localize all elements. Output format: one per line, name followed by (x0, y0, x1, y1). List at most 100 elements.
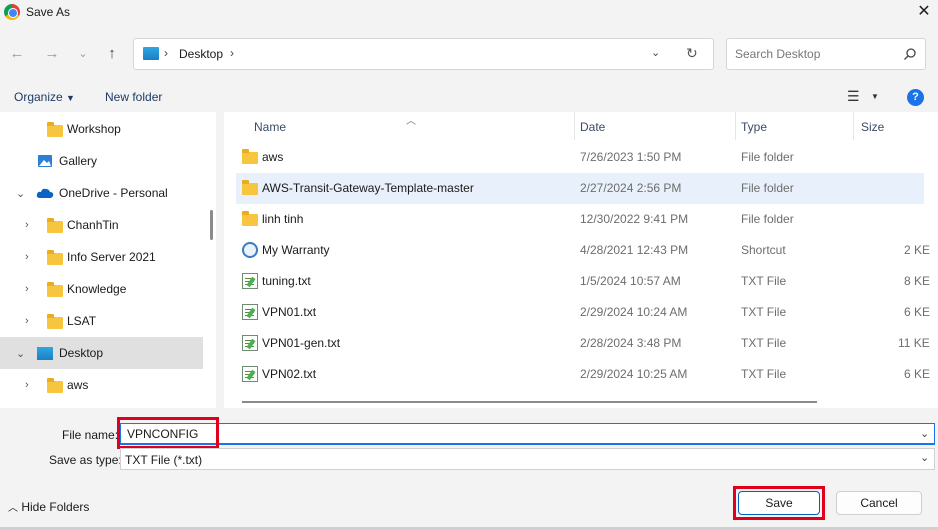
chevron-up-icon: ︿ (8, 503, 18, 514)
file-row[interactable]: VPN02.txt 2/29/2024 10:25 AM TXT File 6 … (236, 359, 930, 390)
hide-folders-label: Hide Folders (21, 500, 90, 514)
tree-item-chanhtin[interactable]: › ChanhTin (0, 209, 203, 241)
text-file-icon (242, 366, 258, 382)
tree-item-label: Workshop (67, 122, 121, 136)
tree-scrollbar[interactable] (210, 210, 213, 240)
chevron-right-icon[interactable]: › (25, 251, 29, 263)
help-icon[interactable]: ? (907, 89, 924, 106)
file-name: AWS-Transit-Gateway-Template-master (262, 181, 474, 195)
tree-item-label: Desktop (59, 346, 104, 360)
chevron-down-icon[interactable]: ⌄ (72, 43, 94, 65)
title-bar: Save As ✕ (0, 0, 938, 26)
arrow-left-icon[interactable]: ← (6, 43, 28, 65)
search-icon[interactable] (903, 47, 917, 61)
refresh-icon[interactable]: ↻ (686, 45, 698, 62)
column-header-date[interactable]: Date (580, 120, 605, 134)
tree-item-lsat[interactable]: › LSAT (0, 305, 203, 337)
highlight-box (733, 486, 825, 520)
organize-button[interactable]: Organize ▼ (14, 90, 75, 104)
tree-item-info-server[interactable]: › Info Server 2021 (0, 241, 203, 273)
column-header-type[interactable]: Type (741, 120, 767, 134)
file-type: File folder (741, 150, 794, 164)
column-divider[interactable] (853, 112, 854, 140)
search-input[interactable]: Search Desktop (735, 47, 820, 61)
chevron-right-icon[interactable]: › (230, 46, 234, 60)
gallery-icon (38, 155, 52, 167)
file-date: 2/28/2024 3:48 PM (580, 336, 682, 350)
hide-folders-button[interactable]: ︿ Hide Folders (8, 499, 89, 514)
search-box[interactable]: Search Desktop (726, 38, 926, 70)
file-row[interactable]: My Warranty 4/28/2021 12:43 PM Shortcut … (236, 235, 930, 266)
file-type: TXT File (741, 336, 787, 350)
column-divider[interactable] (574, 112, 575, 140)
chevron-down-icon[interactable]: ⌄ (651, 46, 660, 59)
chevron-right-icon[interactable]: › (164, 46, 168, 60)
chevron-down-icon[interactable]: ⌄ (16, 187, 25, 200)
chevron-right-icon[interactable]: › (25, 219, 29, 231)
chevron-right-icon[interactable]: › (25, 283, 29, 295)
tree-item-knowledge[interactable]: › Knowledge (0, 273, 203, 305)
chevron-right-icon[interactable]: › (25, 379, 29, 391)
chevron-down-icon[interactable]: ▼ (871, 92, 879, 101)
file-date: 2/29/2024 10:24 AM (580, 305, 688, 319)
file-row[interactable]: VPN01-gen.txt 2/28/2024 3:48 PM TXT File… (236, 328, 930, 359)
file-row[interactable]: aws 7/26/2023 1:50 PM File folder (236, 142, 924, 173)
column-header-name[interactable]: Name (254, 120, 286, 134)
tree-item-workshop[interactable]: Workshop (0, 113, 203, 145)
file-row[interactable]: linh tinh 12/30/2022 9:41 PM File folder (236, 204, 924, 235)
shortcut-icon (242, 242, 258, 258)
file-size: 8 KE (904, 274, 931, 288)
file-row[interactable]: VPN01.txt 2/29/2024 10:24 AM TXT File 6 … (236, 297, 930, 328)
close-icon[interactable]: ✕ (914, 2, 934, 22)
chevron-down-icon[interactable]: ⌄ (16, 347, 25, 360)
file-list: ︿ Name Date Type Size aws 7/26/2023 1:50… (224, 112, 938, 408)
file-type: Shortcut (741, 243, 786, 257)
cloud-icon (36, 188, 54, 198)
folder-icon (242, 149, 258, 164)
file-name-label: File name: (62, 428, 119, 442)
file-date: 4/28/2021 12:43 PM (580, 243, 689, 257)
column-divider[interactable] (735, 112, 736, 140)
address-bar[interactable]: › Desktop › ⌄ ↻ (133, 38, 714, 70)
file-row[interactable]: tuning.txt 1/5/2024 10:57 AM TXT File 8 … (236, 266, 930, 297)
arrow-up-icon[interactable]: ↑ (101, 43, 123, 65)
sort-ascending-icon: ︿ (406, 116, 416, 127)
new-folder-button[interactable]: New folder (105, 90, 162, 104)
horizontal-scrollbar[interactable] (242, 401, 817, 403)
folder-icon (47, 122, 63, 137)
chevron-down-icon[interactable]: ⌄ (920, 451, 929, 464)
arrow-right-icon[interactable]: → (41, 43, 63, 65)
tree-item-aws[interactable]: › aws (0, 369, 203, 401)
window-title: Save As (26, 5, 71, 19)
file-date: 2/27/2024 2:56 PM (580, 181, 682, 195)
file-name-field[interactable]: VPNCONFIG ⌄ (120, 423, 935, 445)
save-type-label: Save as type: (49, 453, 122, 467)
file-type: TXT File (741, 274, 787, 288)
tree-item-label: Info Server 2021 (67, 250, 156, 264)
view-list-icon[interactable]: ☰ (847, 88, 860, 105)
tree-item-label: Gallery (59, 154, 98, 168)
chevron-right-icon[interactable]: › (25, 315, 29, 327)
file-name: My Warranty (262, 243, 330, 257)
file-name: VPN02.txt (262, 367, 317, 381)
tree-item-desktop[interactable]: ⌄ Desktop (0, 337, 203, 369)
file-type: File folder (741, 212, 794, 226)
column-header-size[interactable]: Size (861, 120, 884, 134)
desktop-icon (37, 347, 53, 360)
file-type: TXT File (741, 367, 787, 381)
folder-icon (242, 211, 258, 226)
cancel-button[interactable]: Cancel (836, 491, 922, 515)
text-file-icon (242, 335, 258, 351)
chevron-down-icon[interactable]: ⌄ (920, 427, 929, 440)
tree-item-onedrive[interactable]: ⌄ OneDrive - Personal (0, 177, 203, 209)
file-date: 1/5/2024 10:57 AM (580, 274, 681, 288)
file-name: tuning.txt (262, 274, 311, 288)
save-type-select[interactable]: TXT File (*.txt) ⌄ (120, 448, 935, 470)
file-row[interactable]: AWS-Transit-Gateway-Template-master 2/27… (236, 173, 924, 204)
file-size: 6 KE (904, 367, 931, 381)
chevron-down-icon: ▼ (66, 93, 75, 103)
text-file-icon (242, 273, 258, 289)
address-path[interactable]: Desktop (179, 47, 223, 61)
tree-item-gallery[interactable]: Gallery (0, 145, 203, 177)
folder-icon (47, 218, 63, 233)
